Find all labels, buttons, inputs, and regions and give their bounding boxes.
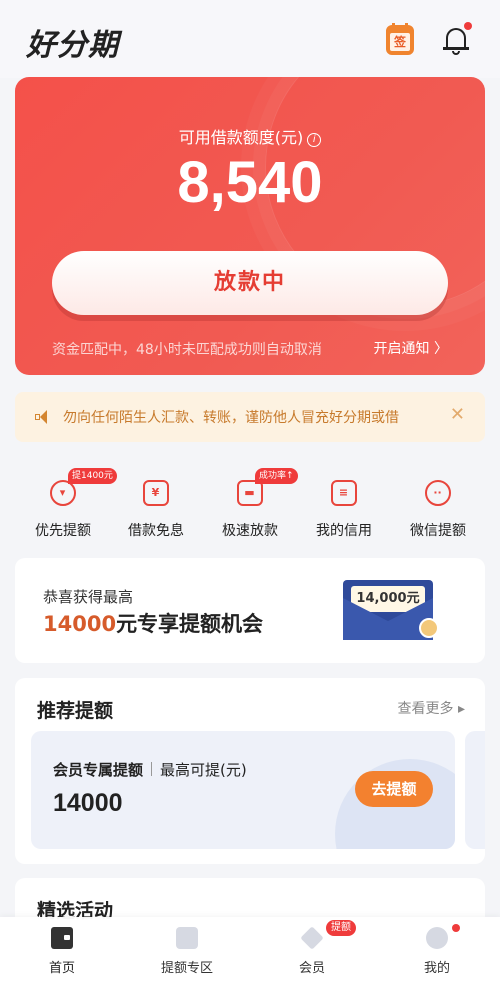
app-logo: 好分期 [26, 28, 119, 63]
close-icon[interactable]: ✕ [450, 404, 465, 425]
chat-icon: ·· [425, 480, 451, 506]
notice-text: 勿向任何陌生人汇款、转账，谨防他人冒充好分期或借 [63, 410, 399, 426]
view-more-link[interactable]: 查看更多 ▸ [398, 698, 465, 718]
promo-title: 恭喜获得最高 [43, 588, 134, 606]
notification-bell-icon[interactable] [442, 22, 472, 56]
card-amount: 14000 [53, 789, 123, 817]
card-heading: 会员专属提额 最高可提(元) [53, 761, 247, 779]
enable-notification-link[interactable]: 开启通知 〉 [374, 338, 448, 358]
tab-dot [452, 924, 460, 932]
loan-status-button[interactable]: 放款中 [52, 251, 448, 315]
avatar-icon [426, 927, 448, 949]
tab-badge: 提额 [326, 920, 356, 936]
tab-home[interactable]: 首页 [12, 927, 112, 976]
quota-icon [176, 927, 198, 949]
yen-icon: ¥ [143, 480, 169, 506]
member-increase-card[interactable]: 会员专属提额 最高可提(元) 14000 去提额 [31, 731, 455, 849]
section-title: 推荐提额 [37, 700, 114, 722]
promo-headline: 14000元专享提额机会 [43, 612, 264, 636]
quick-item-priority-increase[interactable]: ▾ 优先提额 提1400元 [18, 468, 117, 540]
app-header: 好分期 签 [0, 0, 500, 78]
info-icon[interactable]: i [307, 133, 322, 147]
recommended-increase-section: 推荐提额 查看更多 ▸ 会员专属提额 最高可提(元) 14000 去提额 [15, 678, 485, 864]
document-icon: ≡ [331, 480, 357, 506]
credit-amount: 8,540 [177, 150, 323, 215]
tab-member[interactable]: 会员 提额 [262, 920, 362, 976]
quick-item-fast-loan[interactable]: ▬ 极速放款 成功率↑ [205, 468, 298, 540]
check-in-button[interactable]: 签 [386, 23, 414, 55]
quick-item-interest-free[interactable]: ¥ 借款免息 [111, 468, 201, 540]
quick-tag: 提1400元 [68, 468, 117, 484]
credit-label: 可用借款额度(元) i [15, 124, 485, 148]
quick-item-my-credit[interactable]: ≡ 我的信用 [299, 468, 389, 540]
quick-item-wechat-increase[interactable]: ·· 微信提额 [393, 468, 483, 540]
go-increase-button[interactable]: 去提额 [355, 771, 433, 807]
next-card-peek[interactable] [465, 731, 485, 849]
envelope-illustration: 14,000元 [343, 580, 439, 640]
speaker-icon [35, 410, 51, 424]
notification-dot [464, 22, 472, 30]
wallet-icon [51, 927, 73, 949]
bottom-tab-bar: 首页 提额专区 会员 提额 我的 [0, 917, 500, 982]
tab-quota-zone[interactable]: 提额专区 [137, 927, 237, 976]
calendar-rings [392, 23, 408, 29]
quick-actions: ▾ 优先提额 提1400元 ¥ 借款免息 ▬ 极速放款 成功率↑ ≡ 我的信用 … [0, 468, 500, 548]
security-notice-banner: 勿向任何陌生人汇款、转账，谨防他人冒充好分期或借 ✕ [15, 392, 485, 442]
coin-icon [419, 618, 439, 638]
promo-card[interactable]: 恭喜获得最高 14000元专享提额机会 14,000元 [15, 558, 485, 663]
tab-me[interactable]: 我的 [387, 924, 487, 976]
quick-tag: 成功率↑ [255, 468, 298, 484]
diamond-icon [300, 926, 324, 950]
credit-card: 可用借款额度(元) i 8,540 放款中 资金匹配中，48小时未匹配成功则自动取… [15, 77, 485, 375]
calendar-icon: 签 [390, 33, 410, 51]
matching-note: 资金匹配中，48小时未匹配成功则自动取消 [52, 342, 322, 358]
